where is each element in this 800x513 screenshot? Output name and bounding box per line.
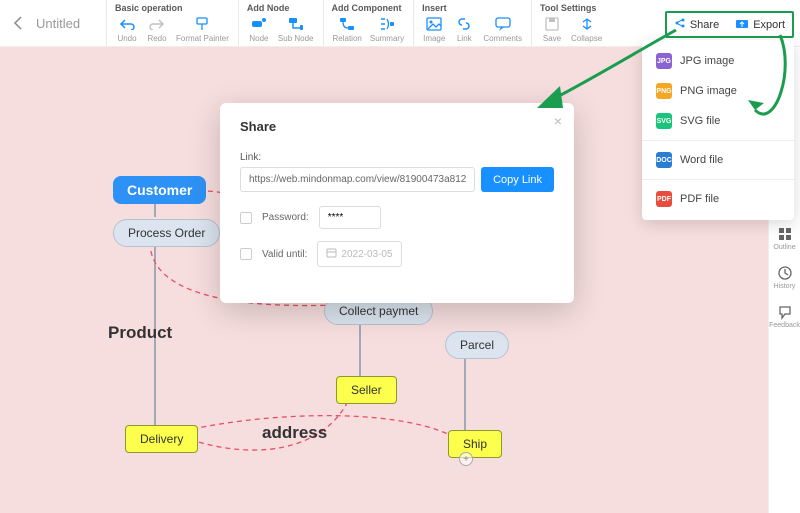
- password-checkbox[interactable]: [240, 212, 252, 224]
- add-child-handle[interactable]: +: [459, 452, 473, 466]
- subnode-icon: [287, 15, 304, 32]
- insert-image-button[interactable]: Image: [420, 14, 448, 44]
- link-icon: [456, 15, 473, 32]
- comments-icon: [494, 15, 511, 32]
- node-customer[interactable]: Customer: [113, 176, 206, 204]
- link-label: Link:: [240, 152, 554, 163]
- node-process-order[interactable]: Process Order: [113, 219, 220, 247]
- toolbar-group-component: Add Component Relation Summary: [323, 0, 414, 46]
- summary-icon: [378, 15, 395, 32]
- relation-icon: [339, 15, 356, 32]
- document-title[interactable]: Untitled: [36, 0, 106, 46]
- collapse-icon: [578, 15, 595, 32]
- toolbar-group-insert: Insert Image Link Comments: [413, 0, 531, 46]
- password-input[interactable]: [319, 206, 381, 229]
- share-link-input[interactable]: [240, 167, 475, 192]
- collapse-button[interactable]: Collapse: [568, 14, 605, 44]
- svg-file-icon: SVG: [656, 113, 672, 129]
- save-button[interactable]: Save: [538, 14, 566, 44]
- rail-outline[interactable]: Outline: [773, 226, 795, 251]
- toolbar-group-addnode: Add Node Node Sub Node: [238, 0, 323, 46]
- node-delivery[interactable]: Delivery: [125, 425, 198, 453]
- add-node-button[interactable]: Node: [245, 14, 273, 44]
- save-icon: [544, 15, 561, 32]
- share-button[interactable]: Share: [668, 14, 725, 35]
- rail-feedback[interactable]: Feedback: [769, 304, 800, 329]
- back-button[interactable]: [0, 0, 36, 46]
- clock-icon: [777, 265, 793, 281]
- export-button[interactable]: Export: [729, 14, 791, 35]
- relation-button[interactable]: Relation: [330, 14, 365, 44]
- export-word[interactable]: DOC Word file: [642, 145, 794, 175]
- node-parcel[interactable]: Parcel: [445, 331, 509, 359]
- export-icon: [735, 17, 749, 32]
- node-icon: [250, 15, 267, 32]
- jpg-file-icon: JPG: [656, 53, 672, 69]
- valid-until-label: Valid until:: [262, 249, 307, 260]
- rail-history[interactable]: History: [774, 265, 796, 290]
- image-icon: [426, 15, 443, 32]
- png-file-icon: PNG: [656, 83, 672, 99]
- close-icon: ×: [554, 113, 562, 129]
- password-label: Password:: [262, 212, 309, 223]
- valid-until-checkbox[interactable]: [240, 248, 252, 260]
- redo-button[interactable]: Redo: [143, 14, 171, 44]
- share-dialog: × Share Link: Copy Link Password: Valid …: [220, 103, 574, 303]
- format-painter-button[interactable]: Format Painter: [173, 14, 232, 44]
- node-ship[interactable]: Ship: [448, 430, 502, 458]
- export-pdf[interactable]: PDF PDF file: [642, 184, 794, 214]
- undo-icon: [119, 15, 136, 32]
- add-subnode-button[interactable]: Sub Node: [275, 14, 317, 44]
- share-export-highlight: Share Export: [665, 11, 794, 38]
- toolbar-group-tools: Tool Settings Save Collapse: [531, 0, 611, 46]
- export-jpg[interactable]: JPG JPG image: [642, 46, 794, 76]
- export-png[interactable]: PNG PNG image: [642, 76, 794, 106]
- word-file-icon: DOC: [656, 152, 672, 168]
- toolbar-group-basic: Basic operation Undo Redo Format Painter: [106, 0, 238, 46]
- dialog-title: Share: [240, 119, 554, 134]
- undo-button[interactable]: Undo: [113, 14, 141, 44]
- export-menu: JPG JPG image PNG PNG image SVG SVG file…: [642, 40, 794, 220]
- insert-comments-button[interactable]: Comments: [480, 14, 525, 44]
- valid-until-input[interactable]: 2022-03-05: [317, 241, 401, 267]
- calendar-icon: [326, 247, 337, 261]
- copy-link-button[interactable]: Copy Link: [481, 167, 554, 192]
- label-address[interactable]: address: [262, 423, 327, 443]
- node-seller[interactable]: Seller: [336, 376, 397, 404]
- share-icon: [674, 17, 686, 32]
- dialog-close-button[interactable]: ×: [554, 113, 562, 129]
- outline-icon: [777, 226, 793, 242]
- export-svg[interactable]: SVG SVG file: [642, 106, 794, 136]
- label-product[interactable]: Product: [108, 323, 172, 343]
- pdf-file-icon: PDF: [656, 191, 672, 207]
- paintbrush-icon: [194, 15, 211, 32]
- redo-icon: [149, 15, 166, 32]
- feedback-icon: [777, 304, 793, 320]
- summary-button[interactable]: Summary: [367, 14, 407, 44]
- insert-link-button[interactable]: Link: [450, 14, 478, 44]
